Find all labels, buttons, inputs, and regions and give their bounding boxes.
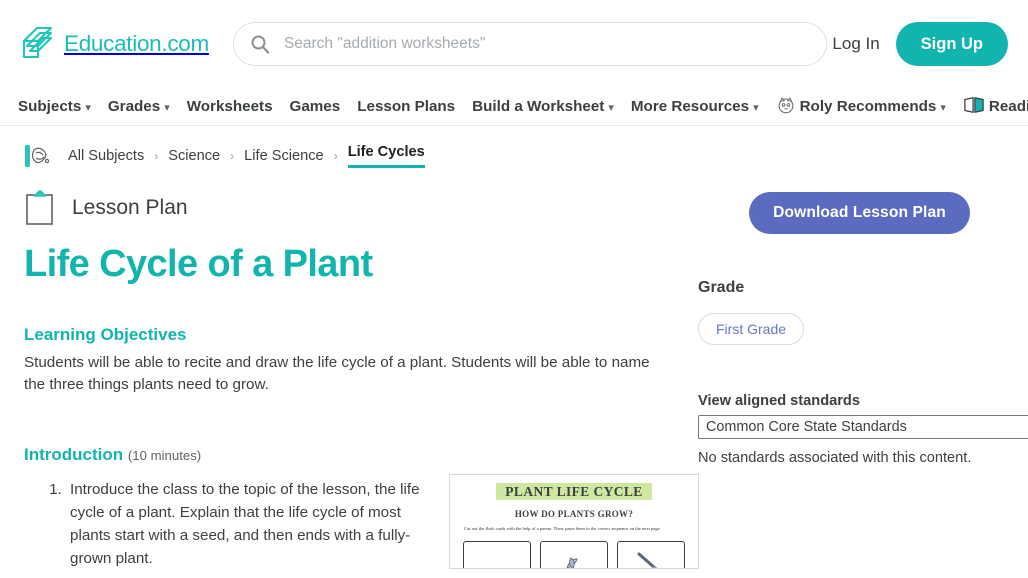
thumbnail-card-row [463, 540, 685, 568]
nav-item-worksheets[interactable]: Worksheets [187, 98, 273, 115]
chevron-down-icon: ▾ [85, 102, 91, 114]
thumbnail-title-row: PLANT LIFE CYCLE [450, 482, 698, 500]
nav-item-grades[interactable]: Grades ▾ [108, 98, 170, 115]
sprout-glyph-icon [636, 552, 666, 568]
breadcrumb: All Subjects › Science › Life Science › … [0, 126, 1028, 170]
search-box[interactable] [232, 22, 827, 66]
grade-value-pill[interactable]: First Grade [698, 313, 805, 345]
nav-item-lesson-plans[interactable]: Lesson Plans [357, 98, 455, 115]
aligned-standards-label: View aligned standards [698, 393, 860, 409]
site-header: Education.com Log In Sign Up [0, 0, 1028, 88]
breadcrumb-item-all-subjects[interactable]: All Subjects [68, 148, 144, 164]
section-heading-introduction: Introduction (10 minutes) [24, 445, 658, 465]
login-link[interactable]: Log In [832, 34, 879, 54]
introduction-heading-text: Introduction [24, 444, 124, 464]
plant-life-cycle-worksheet-thumbnail[interactable]: PLANT LIFE CYCLE HOW DO PLANTS GROW? Cut… [449, 473, 699, 569]
page-title: Life Cycle of a Plant [24, 243, 373, 285]
thumbnail-card-empty [463, 540, 531, 568]
header-actions: Log In Sign Up [832, 22, 1010, 66]
science-subject-icon [24, 142, 54, 170]
page-main: Lesson Plan Life Cycle of a Plant Learni… [0, 170, 1028, 570]
nav-label: Worksheets [186, 98, 273, 115]
chevron-right-icon: › [154, 149, 159, 163]
nav-item-subjects[interactable]: Subjects ▾ [18, 98, 91, 115]
standards-note: No standards associated with this conten… [698, 450, 972, 466]
standards-select[interactable]: Common Core State Standards [698, 415, 1028, 439]
introduction-body: Introduce the class to the topic of the … [24, 465, 699, 570]
logo-text: Education.com [64, 31, 209, 56]
page-type-label: Lesson Plan [72, 196, 188, 219]
content-column: Lesson Plan Life Cycle of a Plant Learni… [24, 170, 699, 570]
education-book-logo-icon [18, 24, 58, 64]
breadcrumb-item-science[interactable]: Science [168, 148, 220, 164]
nav-label: More Resources [630, 98, 750, 115]
open-book-icon [963, 95, 985, 119]
thumbnail-instructions: Cut out the flash cards with the help of… [464, 525, 661, 531]
introduction-duration: (10 minutes) [127, 447, 202, 463]
chevron-down-icon: ▾ [608, 102, 614, 114]
page-type-row: Lesson Plan [24, 188, 658, 228]
chevron-down-icon: ▾ [940, 102, 946, 114]
seedling-glyph-icon [559, 552, 589, 568]
section-body-learning-objectives: Students will be able to recite and draw… [24, 353, 650, 393]
thumbnail-card-sprout [617, 540, 685, 568]
sidebar-column: Download Lesson Plan Grade First Grade V… [658, 170, 1028, 570]
nav-label: Subjects [18, 98, 82, 115]
nav-label: Reading M [988, 98, 1028, 115]
nav-label: Roly Recommends [799, 98, 937, 115]
list-item: Introduce the class to the topic of the … [66, 478, 426, 570]
download-lesson-plan-button[interactable]: Download Lesson Plan [749, 192, 970, 234]
clipboard-icon [24, 188, 58, 228]
search-icon [250, 34, 270, 54]
section-heading-learning-objectives: Learning Objectives [24, 324, 187, 344]
nav-item-reading-maze[interactable]: Reading M [963, 95, 1028, 119]
chevron-down-icon: ▾ [753, 102, 759, 114]
chevron-right-icon: › [230, 149, 235, 163]
main-navigation: Subjects ▾ Grades ▾ Worksheets Games Les… [0, 88, 1028, 126]
chevron-right-icon: › [333, 149, 338, 163]
nav-label: Games [289, 98, 341, 115]
nav-label: Lesson Plans [357, 98, 456, 115]
site-logo[interactable]: Education.com [18, 24, 209, 64]
thumbnail-subtitle: HOW DO PLANTS GROW? [514, 508, 634, 519]
nav-label: Build a Worksheet [472, 98, 605, 115]
signup-button[interactable]: Sign Up [895, 22, 1008, 66]
breadcrumb-item-life-cycles[interactable]: Life Cycles [347, 144, 425, 168]
grade-label: Grade [698, 279, 745, 296]
thumbnail-title: PLANT LIFE CYCLE [496, 482, 652, 500]
chevron-down-icon: ▾ [164, 102, 170, 114]
introduction-steps: Introduce the class to the topic of the … [66, 478, 426, 570]
roly-mascot-icon [776, 95, 796, 119]
nav-item-games[interactable]: Games [290, 98, 341, 115]
nav-item-more-resources[interactable]: More Resources ▾ [631, 98, 759, 115]
search-input[interactable] [283, 35, 810, 53]
nav-item-build-a-worksheet[interactable]: Build a Worksheet ▾ [472, 98, 614, 115]
thumbnail-card-seedling [540, 540, 608, 568]
breadcrumb-item-life-science[interactable]: Life Science [244, 148, 324, 164]
nav-item-roly-recommends[interactable]: Roly Recommends ▾ [776, 95, 946, 119]
nav-label: Grades [107, 98, 161, 115]
